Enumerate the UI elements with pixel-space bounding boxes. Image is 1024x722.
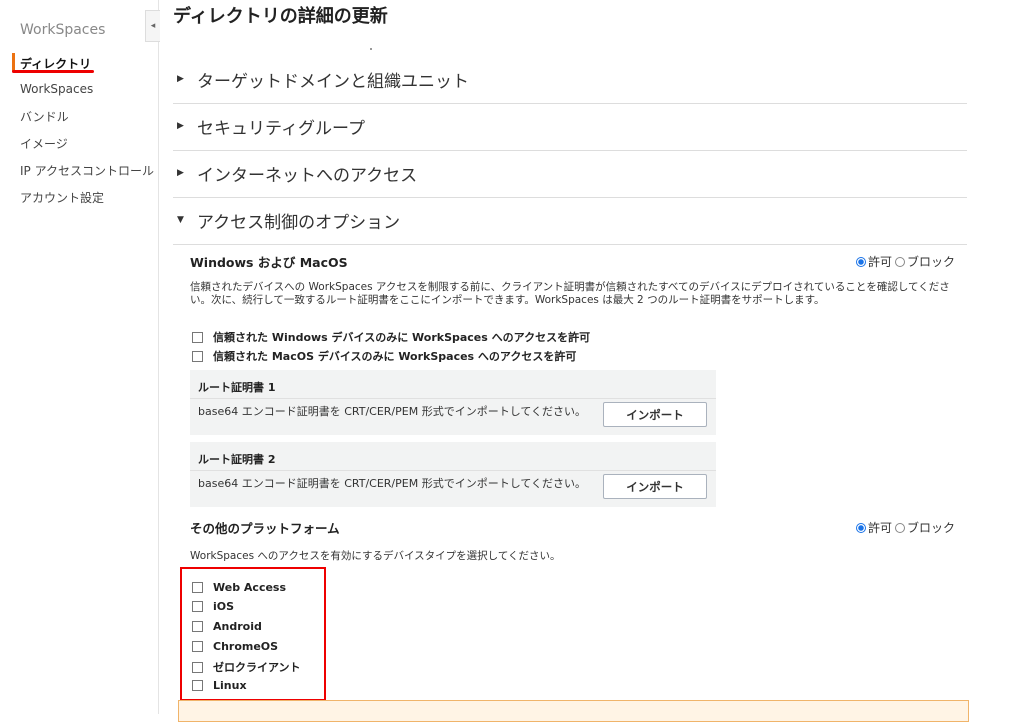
other-platforms-description: WorkSpaces へのアクセスを有効にするデバイスタイプを選択してください。 [190, 550, 561, 562]
radio-block-label: ブロック [907, 521, 956, 535]
checkbox-row-macos[interactable]: 信頼された MacOS デバイスのみに WorkSpaces へのアクセスを許可 [192, 348, 576, 364]
section-target-domain[interactable]: ▶ ターゲットドメインと組織ユニット [173, 56, 967, 104]
import-button[interactable]: インポート [603, 474, 707, 499]
section-internet-access[interactable]: ▶ インターネットへのアクセス [173, 150, 967, 198]
certificate-description: base64 エンコード証明書を CRT/CER/PEM 形式でインポートしてく… [198, 405, 587, 418]
platform-checkbox-chromeos[interactable]: ChromeOS [192, 640, 278, 653]
expand-triangle-icon: ▶ [177, 168, 184, 178]
certificate-title: ルート証明書 1 [198, 381, 276, 394]
platform-checkbox-linux[interactable]: Linux [192, 679, 247, 692]
radio-allow-label: 許可 [868, 521, 893, 535]
certificate-description: base64 エンコード証明書を CRT/CER/PEM 形式でインポートしてく… [198, 477, 587, 490]
sidebar: WorkSpaces ◂ ディレクトリ WorkSpaces バンドル イメージ… [0, 0, 160, 714]
checkbox-label: ゼロクライアント [213, 661, 301, 674]
other-platforms-radio-group: 許可 ブロック [856, 519, 955, 536]
root-certificate-1-panel: ルート証明書 1 base64 エンコード証明書を CRT/CER/PEM 形式… [190, 370, 716, 435]
platform-checkbox-android[interactable]: Android [192, 620, 262, 633]
platform-checkbox-zero-client[interactable]: ゼロクライアント [192, 659, 301, 675]
section-label: セキュリティグループ [197, 119, 365, 139]
checkbox-label: ChromeOS [213, 640, 279, 653]
radio-block-label: ブロック [907, 255, 956, 269]
checkbox[interactable] [192, 621, 203, 632]
section-label: ターゲットドメインと組織ユニット [197, 72, 469, 92]
checkbox-label: Android [213, 620, 262, 633]
other-platforms-title: その他のプラットフォーム [190, 521, 340, 536]
checkbox-row-windows[interactable]: 信頼された Windows デバイスのみに WorkSpaces へのアクセスを… [192, 329, 590, 345]
highlight-underline [12, 70, 94, 73]
sidebar-title: WorkSpaces [20, 22, 106, 38]
sidebar-item-bundles[interactable]: バンドル [20, 108, 69, 125]
section-label: アクセス制御のオプション [197, 213, 401, 233]
collapse-triangle-icon: ▼ [177, 215, 184, 225]
checkbox[interactable] [192, 582, 203, 593]
warning-banner [178, 700, 969, 722]
radio-block[interactable] [895, 256, 906, 267]
import-button[interactable]: インポート [603, 402, 707, 427]
sidebar-item-ip-access-control[interactable]: IP アクセスコントロール [20, 162, 154, 179]
section-access-control-options[interactable]: ▼ アクセス制御のオプション [173, 197, 967, 245]
radio-block[interactable] [895, 522, 906, 533]
checkbox-label: Linux [213, 679, 247, 692]
platform-checkbox-ios[interactable]: iOS [192, 600, 234, 613]
radio-allow[interactable] [856, 522, 866, 533]
sidebar-item-images[interactable]: イメージ [20, 135, 68, 152]
root-certificate-2-panel: ルート証明書 2 base64 エンコード証明書を CRT/CER/PEM 形式… [190, 442, 716, 507]
checkbox[interactable] [192, 680, 203, 691]
section-security-group[interactable]: ▶ セキュリティグループ [173, 103, 967, 151]
page-title: ディレクトリの詳細の更新 [173, 6, 388, 27]
checkbox-label: iOS [213, 600, 235, 613]
divider [190, 398, 716, 399]
platform-checkbox-web-access[interactable]: Web Access [192, 581, 286, 594]
sidebar-item-account-settings[interactable]: アカウント設定 [20, 189, 104, 206]
checkbox-label: 信頼された Windows デバイスのみに WorkSpaces へのアクセスを… [213, 331, 591, 344]
radio-allow[interactable] [856, 256, 866, 267]
divider-dot [370, 48, 372, 50]
checkbox-label: 信頼された MacOS デバイスのみに WorkSpaces へのアクセスを許可 [213, 350, 577, 363]
checkbox[interactable] [192, 661, 203, 673]
sidebar-item-workspaces[interactable]: WorkSpaces [20, 82, 93, 96]
checkbox-label: Web Access [213, 581, 287, 594]
expand-triangle-icon: ▶ [177, 121, 184, 131]
checkbox[interactable] [192, 350, 203, 362]
checkbox[interactable] [192, 641, 203, 652]
windows-macos-title: Windows および MacOS [190, 255, 348, 270]
windows-macos-radio-group: 許可 ブロック [856, 253, 955, 270]
windows-macos-description: 信頼されたデバイスへの WorkSpaces アクセスを制限する前に、クライアン… [190, 281, 950, 306]
checkbox[interactable] [192, 601, 203, 612]
expand-triangle-icon: ▶ [177, 74, 184, 84]
radio-allow-label: 許可 [868, 255, 893, 269]
certificate-title: ルート証明書 2 [198, 453, 276, 466]
collapse-sidebar-icon[interactable]: ◂ [145, 10, 160, 42]
divider [190, 470, 716, 471]
section-label: インターネットへのアクセス [197, 166, 418, 186]
checkbox[interactable] [192, 331, 203, 343]
